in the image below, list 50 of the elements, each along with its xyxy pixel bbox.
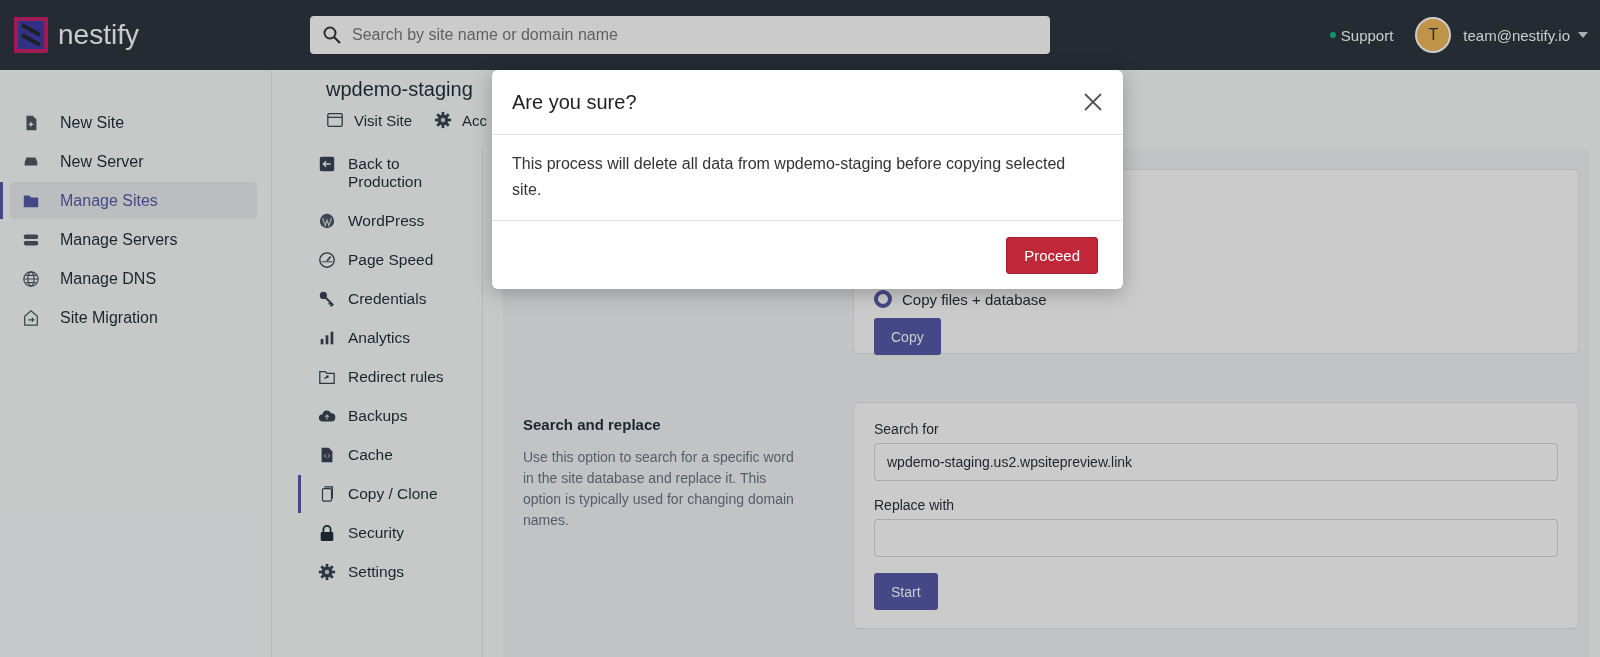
copy-button[interactable]: Copy — [874, 318, 941, 355]
radio-label: Copy files + database — [902, 290, 1047, 308]
support-link[interactable]: Support — [1329, 26, 1394, 44]
subnav-item[interactable]: Credentials — [272, 290, 468, 308]
close-icon[interactable] — [1083, 92, 1103, 112]
gear-icon — [318, 563, 336, 581]
site-action-link[interactable]: Acc — [434, 111, 488, 129]
dialog-message: This process will delete all data from wpdemo-staging before copying selected site. — [512, 154, 1067, 201]
subnav-item[interactable]: Page Speed — [272, 251, 468, 269]
start-button[interactable]: Start — [874, 573, 938, 610]
subnav-item[interactable]: Backups — [272, 407, 468, 425]
search-field[interactable]: Search by site name or domain name — [310, 16, 1050, 54]
proceed-button[interactable]: Proceed — [1006, 236, 1098, 274]
dialog-title: Are you sure? — [512, 90, 637, 114]
text-field[interactable]: wpdemo-staging.us2.wpsitepreview.link — [874, 443, 1558, 481]
user-avatar[interactable]: T — [1415, 17, 1452, 53]
subnav-item[interactable]: Redirect rules — [272, 368, 468, 386]
logo-text: nestify — [58, 19, 139, 51]
gauge-icon — [318, 251, 336, 269]
sidebar-item[interactable]: Manage DNS — [10, 260, 257, 297]
section-description: Use this option to search for a specific word in the site database and replace it. This option is typically used for changing domain names. — [523, 448, 795, 530]
subnav-item[interactable]: WordPress — [272, 212, 468, 230]
site-action-link[interactable]: Visit Site — [326, 111, 413, 129]
sidebar-item[interactable]: Site Migration — [10, 299, 257, 336]
globe-icon — [22, 269, 40, 288]
subnav-item[interactable]: Settings — [272, 563, 468, 581]
migrate-icon — [22, 308, 40, 327]
subnav-item[interactable]: Security — [272, 524, 468, 542]
subnav-item[interactable]: Analytics — [272, 329, 468, 347]
field-label: Replace with — [874, 497, 956, 513]
section-title: Search and replace — [523, 416, 662, 433]
sidebar-item[interactable]: New Server — [10, 143, 257, 180]
bars-icon — [318, 329, 336, 347]
back-icon — [318, 155, 336, 173]
text-field[interactable] — [874, 519, 1558, 557]
redirect-icon — [318, 368, 336, 386]
caret-icon — [1578, 32, 1588, 38]
gear-icon — [434, 111, 453, 129]
lock-icon — [318, 524, 336, 542]
subnav-item[interactable]: Back to Production — [272, 155, 468, 191]
search-icon — [322, 25, 342, 45]
site-title: wpdemo-staging — [326, 78, 474, 101]
account-menu[interactable]: team@nestify.io — [1463, 26, 1588, 44]
field-label: Search for — [874, 421, 940, 437]
subnav-item[interactable]: Cache — [272, 446, 468, 464]
logo-icon — [12, 15, 50, 55]
window-icon — [326, 111, 344, 129]
sidebar-item[interactable]: New Site — [10, 104, 257, 141]
sidebar-item[interactable]: Manage Servers — [10, 221, 257, 258]
key-icon — [318, 290, 336, 308]
